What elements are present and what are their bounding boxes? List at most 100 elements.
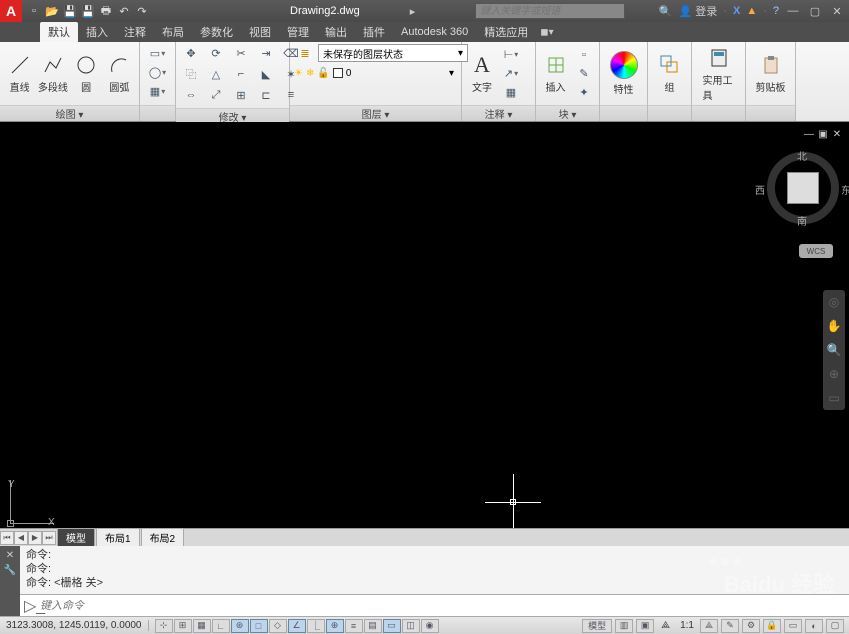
- array-icon[interactable]: ⊞: [230, 86, 252, 104]
- layer-state-combo[interactable]: 未保存的图层状态▾: [318, 44, 468, 62]
- mirror-icon[interactable]: △: [205, 65, 227, 83]
- layout-tab-1[interactable]: 布局1: [96, 528, 140, 547]
- chamfer-icon[interactable]: ◣: [255, 65, 277, 83]
- first-icon[interactable]: ⏮: [0, 531, 14, 545]
- print-icon[interactable]: 🖶: [98, 3, 114, 19]
- app-icon[interactable]: A: [0, 0, 22, 22]
- viewcube-east[interactable]: 东: [841, 182, 849, 197]
- panel-block-label[interactable]: 块 ▾: [536, 105, 599, 121]
- offset-icon[interactable]: ⊏: [255, 86, 277, 104]
- edit-block-icon[interactable]: ✎: [573, 65, 595, 83]
- layer-props-icon[interactable]: ≣: [294, 44, 316, 62]
- lwt-icon[interactable]: ≡: [345, 619, 363, 633]
- infer-icon[interactable]: ⊹: [155, 619, 173, 633]
- doc-close-icon[interactable]: ✕: [831, 128, 843, 140]
- snap-icon[interactable]: ⊞: [174, 619, 192, 633]
- clean-screen-icon[interactable]: ▢: [826, 619, 844, 633]
- text-button[interactable]: A文字: [466, 53, 498, 94]
- ellipse-icon[interactable]: ◯▾: [147, 63, 169, 81]
- insert-button[interactable]: 插入: [540, 53, 571, 94]
- tab-parametric[interactable]: 参数化: [192, 22, 241, 42]
- workspace-icon[interactable]: ⚙: [742, 619, 760, 633]
- wcs-badge[interactable]: WCS: [799, 244, 833, 258]
- anno-auto-icon[interactable]: ✎: [721, 619, 739, 633]
- circle-button[interactable]: 圆: [71, 53, 102, 94]
- trim-icon[interactable]: ✂: [230, 44, 252, 62]
- line-button[interactable]: 直线: [4, 53, 35, 94]
- redo-icon[interactable]: ↷: [134, 3, 150, 19]
- login-button[interactable]: 👤 登录: [679, 3, 718, 19]
- hardware-accel-icon[interactable]: ▭: [784, 619, 802, 633]
- fillet-icon[interactable]: ⌐: [230, 65, 252, 83]
- new-icon[interactable]: ▫: [26, 3, 42, 19]
- exchange-icon[interactable]: X: [733, 5, 740, 17]
- osnap-icon[interactable]: □: [250, 619, 268, 633]
- toolbar-lock-icon[interactable]: 🔒: [763, 619, 781, 633]
- stretch-icon[interactable]: ⇔: [180, 86, 202, 104]
- dimension-icon[interactable]: ⊢▾: [500, 46, 522, 64]
- properties-button[interactable]: 特性: [608, 51, 640, 96]
- sc-icon[interactable]: ◫: [402, 619, 420, 633]
- utilities-button[interactable]: 实用工具: [703, 46, 735, 102]
- copy-icon[interactable]: ⿻: [180, 65, 202, 83]
- annotation-scale[interactable]: 1:1: [676, 620, 698, 631]
- viewcube[interactable]: 北 南 东 西: [767, 152, 839, 224]
- rotate-icon[interactable]: ⟳: [205, 44, 227, 62]
- rectangle-icon[interactable]: ▭▾: [147, 44, 169, 62]
- tab-view[interactable]: 视图: [241, 22, 279, 42]
- hatch-icon[interactable]: ▦▾: [147, 82, 169, 100]
- minimize-icon[interactable]: —: [785, 4, 801, 18]
- maximize-icon[interactable]: ▢: [807, 4, 823, 18]
- tab-plugins[interactable]: 插件: [355, 22, 393, 42]
- zoom-icon[interactable]: 🔍: [826, 342, 842, 358]
- save-icon[interactable]: 💾: [62, 3, 78, 19]
- table-icon[interactable]: ▦: [500, 84, 522, 102]
- tab-output[interactable]: 输出: [317, 22, 355, 42]
- doc-restore-icon[interactable]: ▣: [817, 128, 829, 140]
- extend-icon[interactable]: ⇥: [255, 44, 277, 62]
- layout-tab-2[interactable]: 布局2: [141, 528, 185, 547]
- layer-current-combo[interactable]: ☀ ❄ 🔓 0 ▾: [294, 64, 454, 82]
- dyn-icon[interactable]: ⊕: [326, 619, 344, 633]
- panel-annotation-label[interactable]: 注释 ▾: [462, 105, 535, 121]
- arc-button[interactable]: 圆弧: [104, 53, 135, 94]
- clipboard-button[interactable]: 剪贴板: [755, 53, 787, 94]
- search-input[interactable]: [475, 3, 625, 19]
- open-icon[interactable]: 📂: [44, 3, 60, 19]
- command-input[interactable]: [40, 600, 845, 612]
- tpy-icon[interactable]: ▤: [364, 619, 382, 633]
- model-button[interactable]: 模型: [582, 619, 612, 633]
- quickview-drawings-icon[interactable]: ▣: [636, 619, 654, 633]
- am-icon[interactable]: ◉: [421, 619, 439, 633]
- orbit-icon[interactable]: ⊕: [826, 366, 842, 382]
- cmd-config-icon[interactable]: 🔧: [4, 565, 16, 576]
- saveas-icon[interactable]: 💾: [80, 3, 96, 19]
- leader-icon[interactable]: ↗▾: [500, 65, 522, 83]
- pan-icon[interactable]: ✋: [826, 318, 842, 334]
- tab-expand-icon[interactable]: ◼▾: [540, 27, 553, 38]
- viewcube-west[interactable]: 西: [755, 182, 765, 197]
- create-block-icon[interactable]: ▫: [573, 46, 595, 64]
- polar-icon[interactable]: ⊛: [231, 619, 249, 633]
- showmotion-icon[interactable]: ▭: [826, 390, 842, 406]
- polyline-button[interactable]: 多段线: [37, 53, 68, 94]
- warning-icon[interactable]: ▲: [746, 5, 757, 17]
- anno-vis-icon[interactable]: ⟁: [700, 619, 718, 633]
- attr-icon[interactable]: ✦: [573, 84, 595, 102]
- tab-annotate[interactable]: 注释: [116, 22, 154, 42]
- otrack-icon[interactable]: ∠: [288, 619, 306, 633]
- anno-icon[interactable]: ⟁: [657, 620, 674, 631]
- tab-layout[interactable]: 布局: [154, 22, 192, 42]
- move-icon[interactable]: ✥: [180, 44, 202, 62]
- layout-tab-model[interactable]: 模型: [57, 528, 95, 547]
- scale-icon[interactable]: ⤢: [205, 86, 227, 104]
- viewcube-face[interactable]: [787, 172, 819, 204]
- panel-draw-label[interactable]: 绘图 ▾: [0, 105, 139, 121]
- tab-insert[interactable]: 插入: [78, 22, 116, 42]
- viewcube-south[interactable]: 南: [797, 213, 807, 228]
- viewcube-north[interactable]: 北: [797, 148, 807, 163]
- tab-a360[interactable]: Autodesk 360: [393, 24, 476, 40]
- prev-icon[interactable]: ◀: [14, 531, 28, 545]
- ortho-icon[interactable]: ∟: [212, 619, 230, 633]
- tab-manage[interactable]: 管理: [279, 22, 317, 42]
